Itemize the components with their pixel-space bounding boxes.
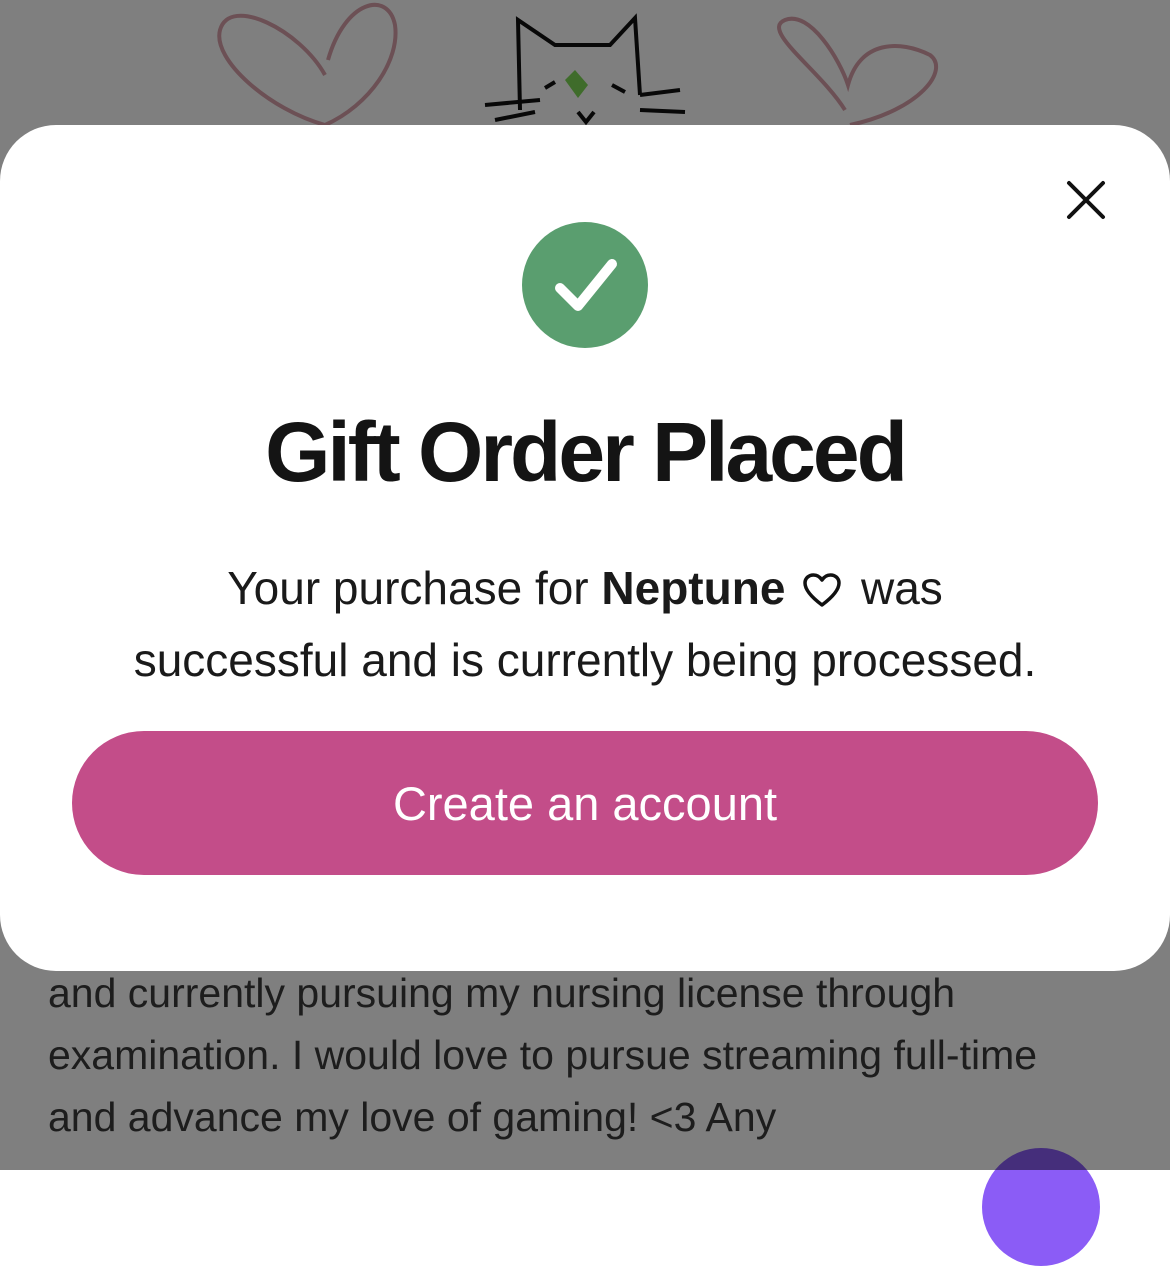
confirmation-message: Your purchase for Neptune was successful… bbox=[40, 552, 1130, 696]
recipient-name: Neptune bbox=[601, 562, 786, 614]
modal-title: Gift Order Placed bbox=[265, 405, 908, 499]
create-account-button[interactable]: Create an account bbox=[72, 731, 1098, 875]
close-icon bbox=[1067, 181, 1105, 219]
heart-outline-icon bbox=[803, 573, 841, 607]
message-mid: was bbox=[860, 562, 943, 614]
message-prefix: Your purchase for bbox=[227, 562, 589, 614]
close-button[interactable] bbox=[1056, 170, 1116, 230]
check-circle-icon bbox=[522, 222, 648, 348]
message-suffix: successful and is currently being proces… bbox=[133, 634, 1037, 686]
